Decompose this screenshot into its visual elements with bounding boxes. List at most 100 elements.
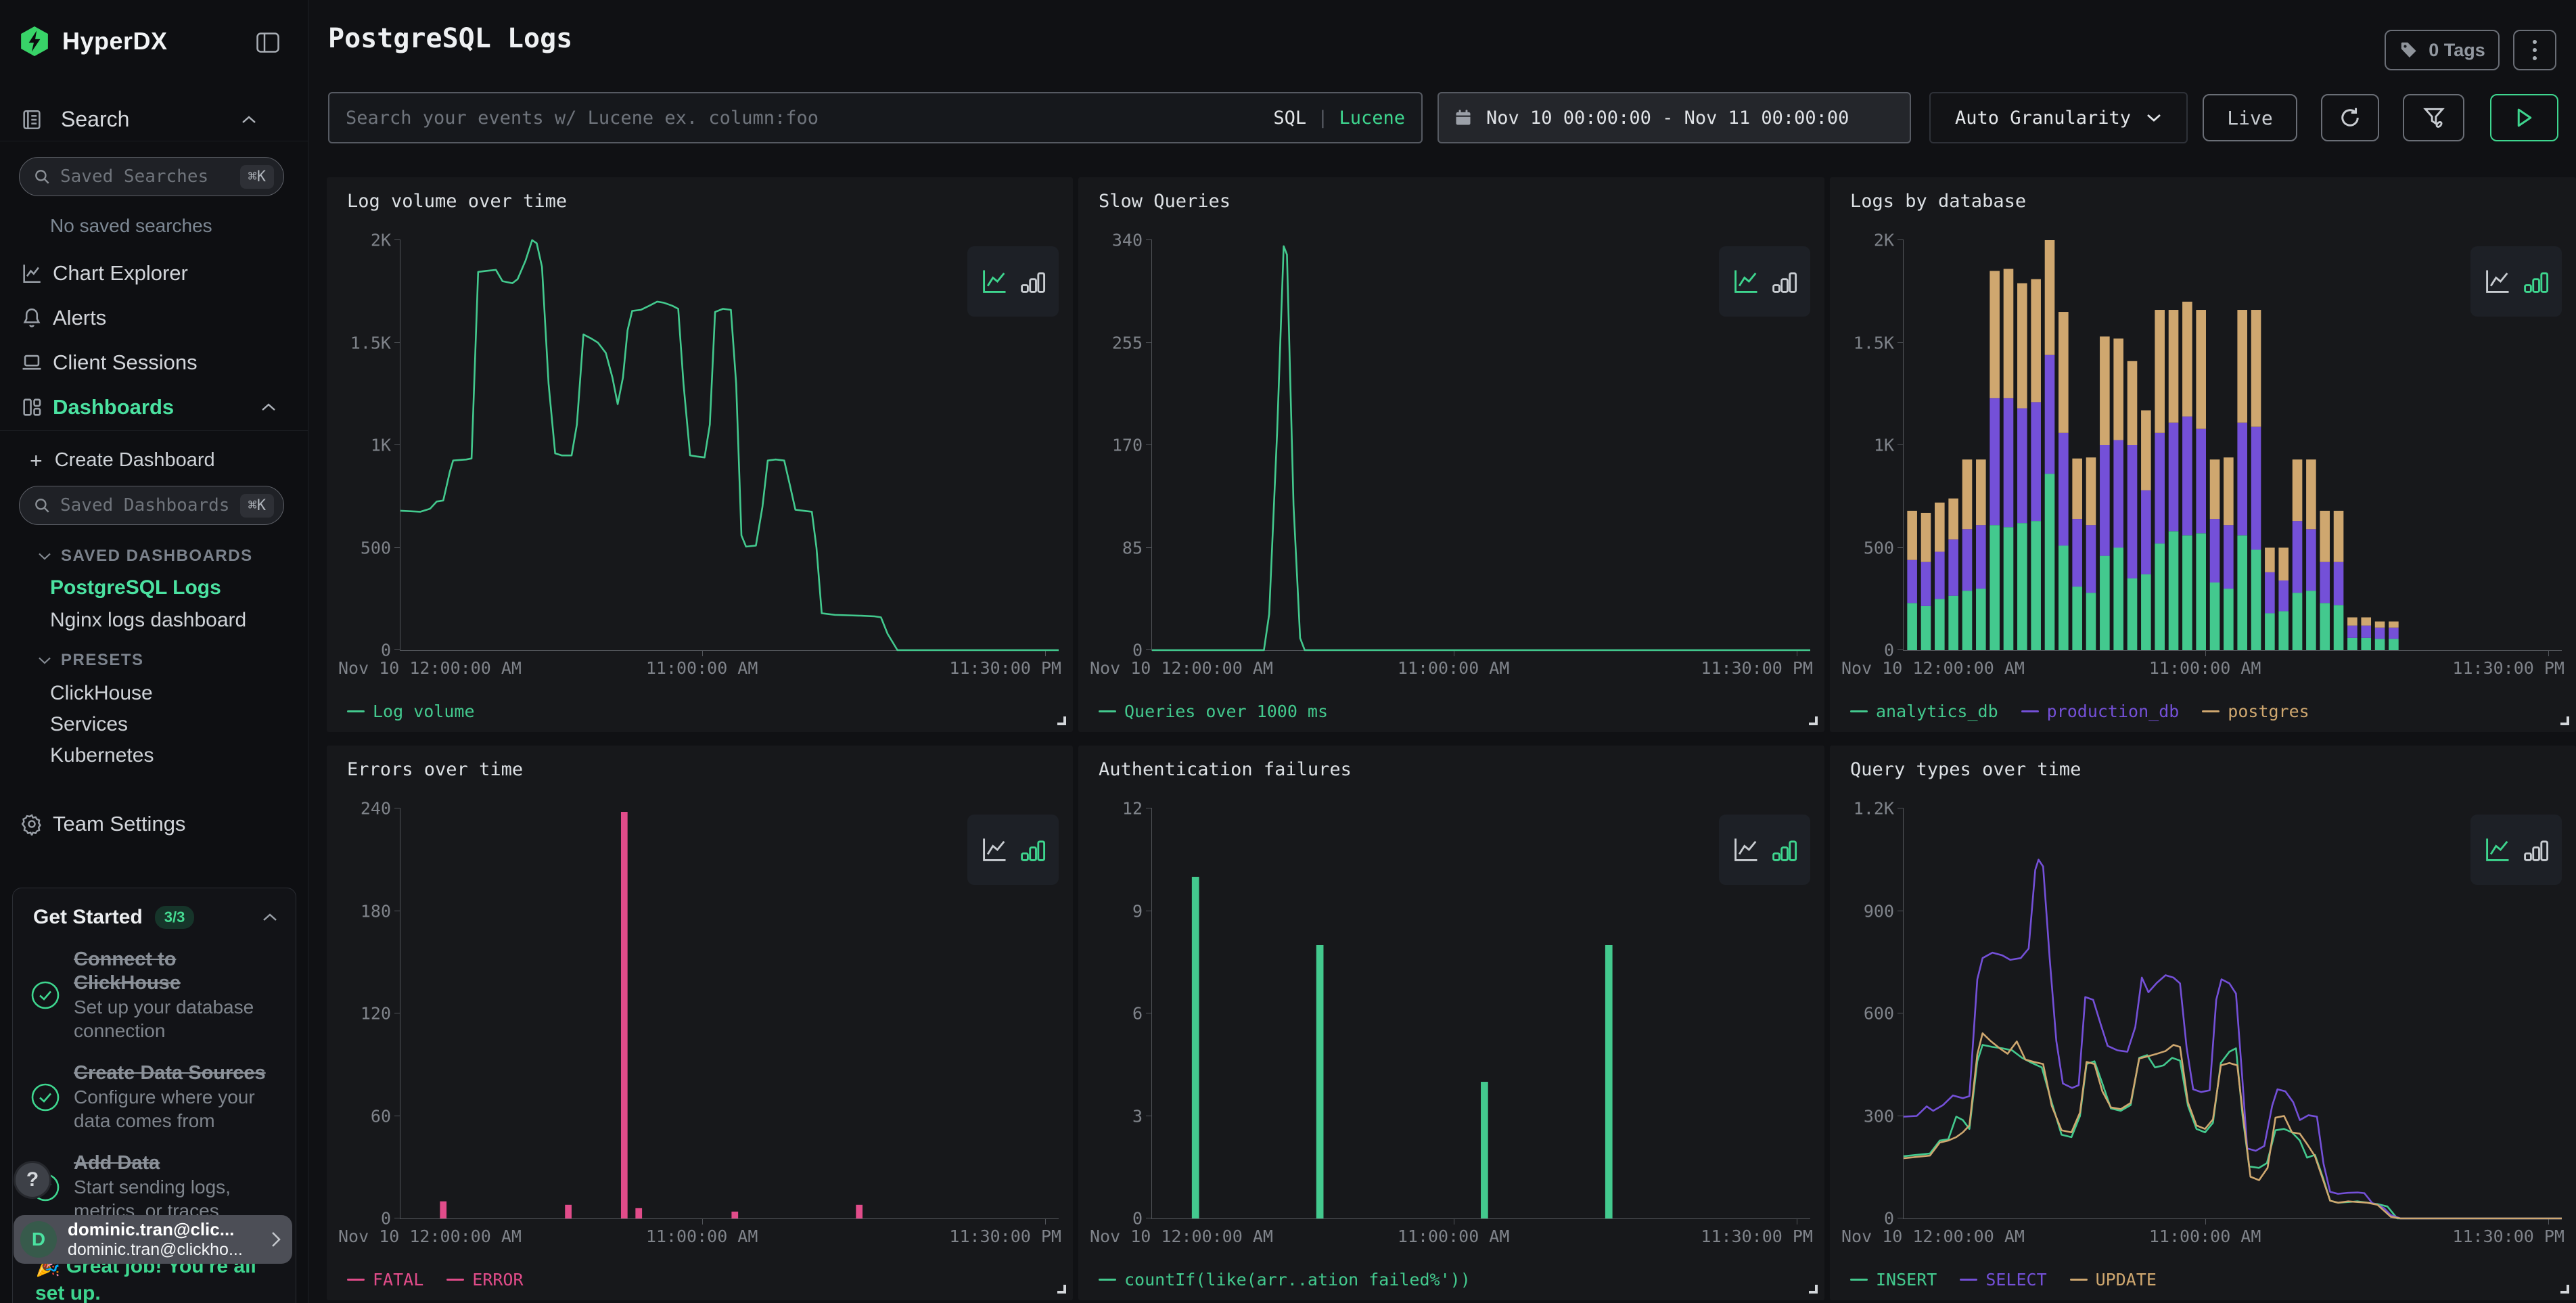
sidebar-item-search[interactable]: Search <box>20 107 288 132</box>
refresh-button[interactable] <box>2321 94 2379 141</box>
tags-button[interactable]: 0 Tags <box>2385 30 2500 70</box>
get-started-item-sources[interactable]: Create Data Sources Configure where your… <box>13 1061 296 1133</box>
live-button[interactable]: Live <box>2203 94 2297 141</box>
line-chart-icon[interactable] <box>980 267 1009 296</box>
get-started-item-desc: Set up your database connection <box>74 995 279 1043</box>
section-label: SAVED DASHBOARDS <box>61 547 253 566</box>
bar-segment-analytics_db <box>2320 603 2330 650</box>
line-chart-icon[interactable] <box>1731 835 1761 865</box>
bar <box>635 1208 642 1218</box>
sidebar-item-chart-explorer[interactable]: Chart Explorer <box>0 256 308 291</box>
gear-icon <box>20 813 43 836</box>
bar-segment-postgres <box>2237 310 2247 423</box>
bar-segment-production_db <box>2086 525 2096 593</box>
y-axis-label: 12 <box>1122 799 1143 819</box>
bar-segment-postgres <box>2113 338 2123 440</box>
bar-segment-production_db <box>2169 423 2179 532</box>
legend-item: production_db <box>2021 702 2180 721</box>
chevron-up-icon[interactable] <box>260 403 277 412</box>
date-range-picker[interactable]: Nov 10 00:00:00 - Nov 11 00:00:00 <box>1438 92 1911 143</box>
y-axis-label: 6 <box>1132 1004 1143 1024</box>
panel-logs-by-database: Logs by database 05001K1.5K2KNov 10 12:0… <box>1830 177 2576 732</box>
x-axis-label: Nov 10 12:00:00 AM <box>1841 1227 2025 1246</box>
x-axis-label: 11:00:00 AM <box>2149 658 2261 678</box>
legend-label: Log volume <box>373 702 475 721</box>
saved-searches-input[interactable] <box>60 166 240 187</box>
sidebar-item-alerts[interactable]: Alerts <box>0 300 308 336</box>
resize-handle[interactable] <box>1809 716 1818 725</box>
sql-mode-toggle[interactable]: SQL <box>1273 108 1306 129</box>
shortcut-badge: ⌘K <box>240 494 275 518</box>
sidebar-item-clickhouse[interactable]: ClickHouse <box>50 682 153 705</box>
line-chart-icon[interactable] <box>1731 267 1761 296</box>
legend-label: SELECT <box>1985 1270 2046 1289</box>
bar-chart <box>1152 808 1810 1218</box>
sidebar-item-nginx-logs-dashboard[interactable]: Nginx logs dashboard <box>50 609 246 632</box>
help-button[interactable]: ? <box>14 1161 51 1199</box>
presets-section[interactable]: PRESETS <box>38 651 144 670</box>
x-axis-label: 11:30:00 PM <box>949 1227 1061 1246</box>
tags-button-label: 0 Tags <box>2429 40 2485 61</box>
chart-type-toggle <box>1719 246 1810 317</box>
brand[interactable]: HyperDX <box>19 26 168 57</box>
legend-item: postgres <box>2202 702 2309 721</box>
legend-item: SELECT <box>1960 1270 2046 1289</box>
bar-chart-icon[interactable] <box>2521 267 2550 296</box>
get-started-item-connect[interactable]: Connect to ClickHouse Set up your databa… <box>13 948 296 1043</box>
y-axis-tick <box>1898 444 1904 445</box>
y-axis-label: 240 <box>361 799 391 819</box>
plus-icon: + <box>30 450 43 472</box>
bar-chart-icon[interactable] <box>2521 835 2550 865</box>
bar-segment-production_db <box>2278 580 2288 611</box>
get-started-item-add-data[interactable]: Add Data Start sending logs, metrics, or… <box>13 1151 296 1222</box>
resize-handle[interactable] <box>2560 716 2569 725</box>
line-chart-icon[interactable] <box>2483 267 2512 296</box>
bar-chart-icon[interactable] <box>1017 267 1047 296</box>
plot-area: 036912Nov 10 12:00:00 AM11:00:00 AM11:30… <box>1151 808 1810 1219</box>
bar-segment-production_db <box>2182 417 2192 536</box>
saved-searches-search[interactable]: ⌘K <box>19 157 284 196</box>
run-query-button[interactable] <box>2490 94 2558 141</box>
collapse-sidebar-icon[interactable] <box>256 32 279 53</box>
y-axis-tick <box>394 444 400 445</box>
bar-segment-analytics_db <box>2004 527 2014 650</box>
user-menu[interactable]: D dominic.tran@clic... dominic.tran@clic… <box>14 1215 292 1264</box>
saved-dashboards-input[interactable] <box>60 495 240 516</box>
resize-handle[interactable] <box>2560 1285 2569 1294</box>
sidebar-item-client-sessions[interactable]: Client Sessions <box>0 345 308 380</box>
sidebar-item-services[interactable]: Services <box>50 713 128 736</box>
bar-segment-production_db <box>2045 355 2055 474</box>
line-chart-icon[interactable] <box>980 835 1009 865</box>
sidebar-item-team-settings[interactable]: Team Settings <box>0 806 308 842</box>
divider <box>0 430 308 431</box>
resize-handle[interactable] <box>1057 716 1066 725</box>
more-menu-button[interactable] <box>2513 30 2556 70</box>
resize-handle[interactable] <box>1809 1285 1818 1294</box>
filter-button[interactable] <box>2403 94 2464 141</box>
saved-dashboards-section[interactable]: SAVED DASHBOARDS <box>38 547 253 566</box>
create-dashboard-button[interactable]: + Create Dashboard <box>30 449 215 472</box>
sidebar-item-kubernetes[interactable]: Kubernetes <box>50 744 154 767</box>
x-axis-label: 11:30:00 PM <box>949 658 1061 678</box>
bar-segment-analytics_db <box>2196 533 2206 650</box>
sidebar-item-postgresql-logs[interactable]: PostgreSQL Logs <box>50 576 221 599</box>
bar-chart-icon[interactable] <box>1769 267 1799 296</box>
chevron-up-icon[interactable] <box>241 115 257 124</box>
bar-segment-analytics_db <box>1907 603 1917 650</box>
event-search-input[interactable] <box>346 108 1273 129</box>
bar-chart-icon[interactable] <box>1017 835 1047 865</box>
saved-dashboards-search[interactable]: ⌘K <box>19 486 284 525</box>
lucene-mode-toggle[interactable]: Lucene <box>1339 108 1405 129</box>
x-axis-label: 11:30:00 PM <box>1701 1227 1813 1246</box>
x-axis-tick <box>2548 1218 2549 1225</box>
bar-segment-postgres <box>2293 459 2303 521</box>
line-chart-icon[interactable] <box>2483 835 2512 865</box>
chevron-up-icon[interactable] <box>262 913 278 922</box>
tag-icon <box>2399 40 2419 60</box>
sidebar-item-dashboards[interactable]: Dashboards <box>0 390 308 425</box>
granularity-select[interactable]: Auto Granularity <box>1929 92 2188 143</box>
bar-segment-production_db <box>2100 445 2110 556</box>
bar-chart-icon[interactable] <box>1769 835 1799 865</box>
event-search[interactable]: SQL | Lucene <box>328 92 1423 143</box>
resize-handle[interactable] <box>1057 1285 1066 1294</box>
